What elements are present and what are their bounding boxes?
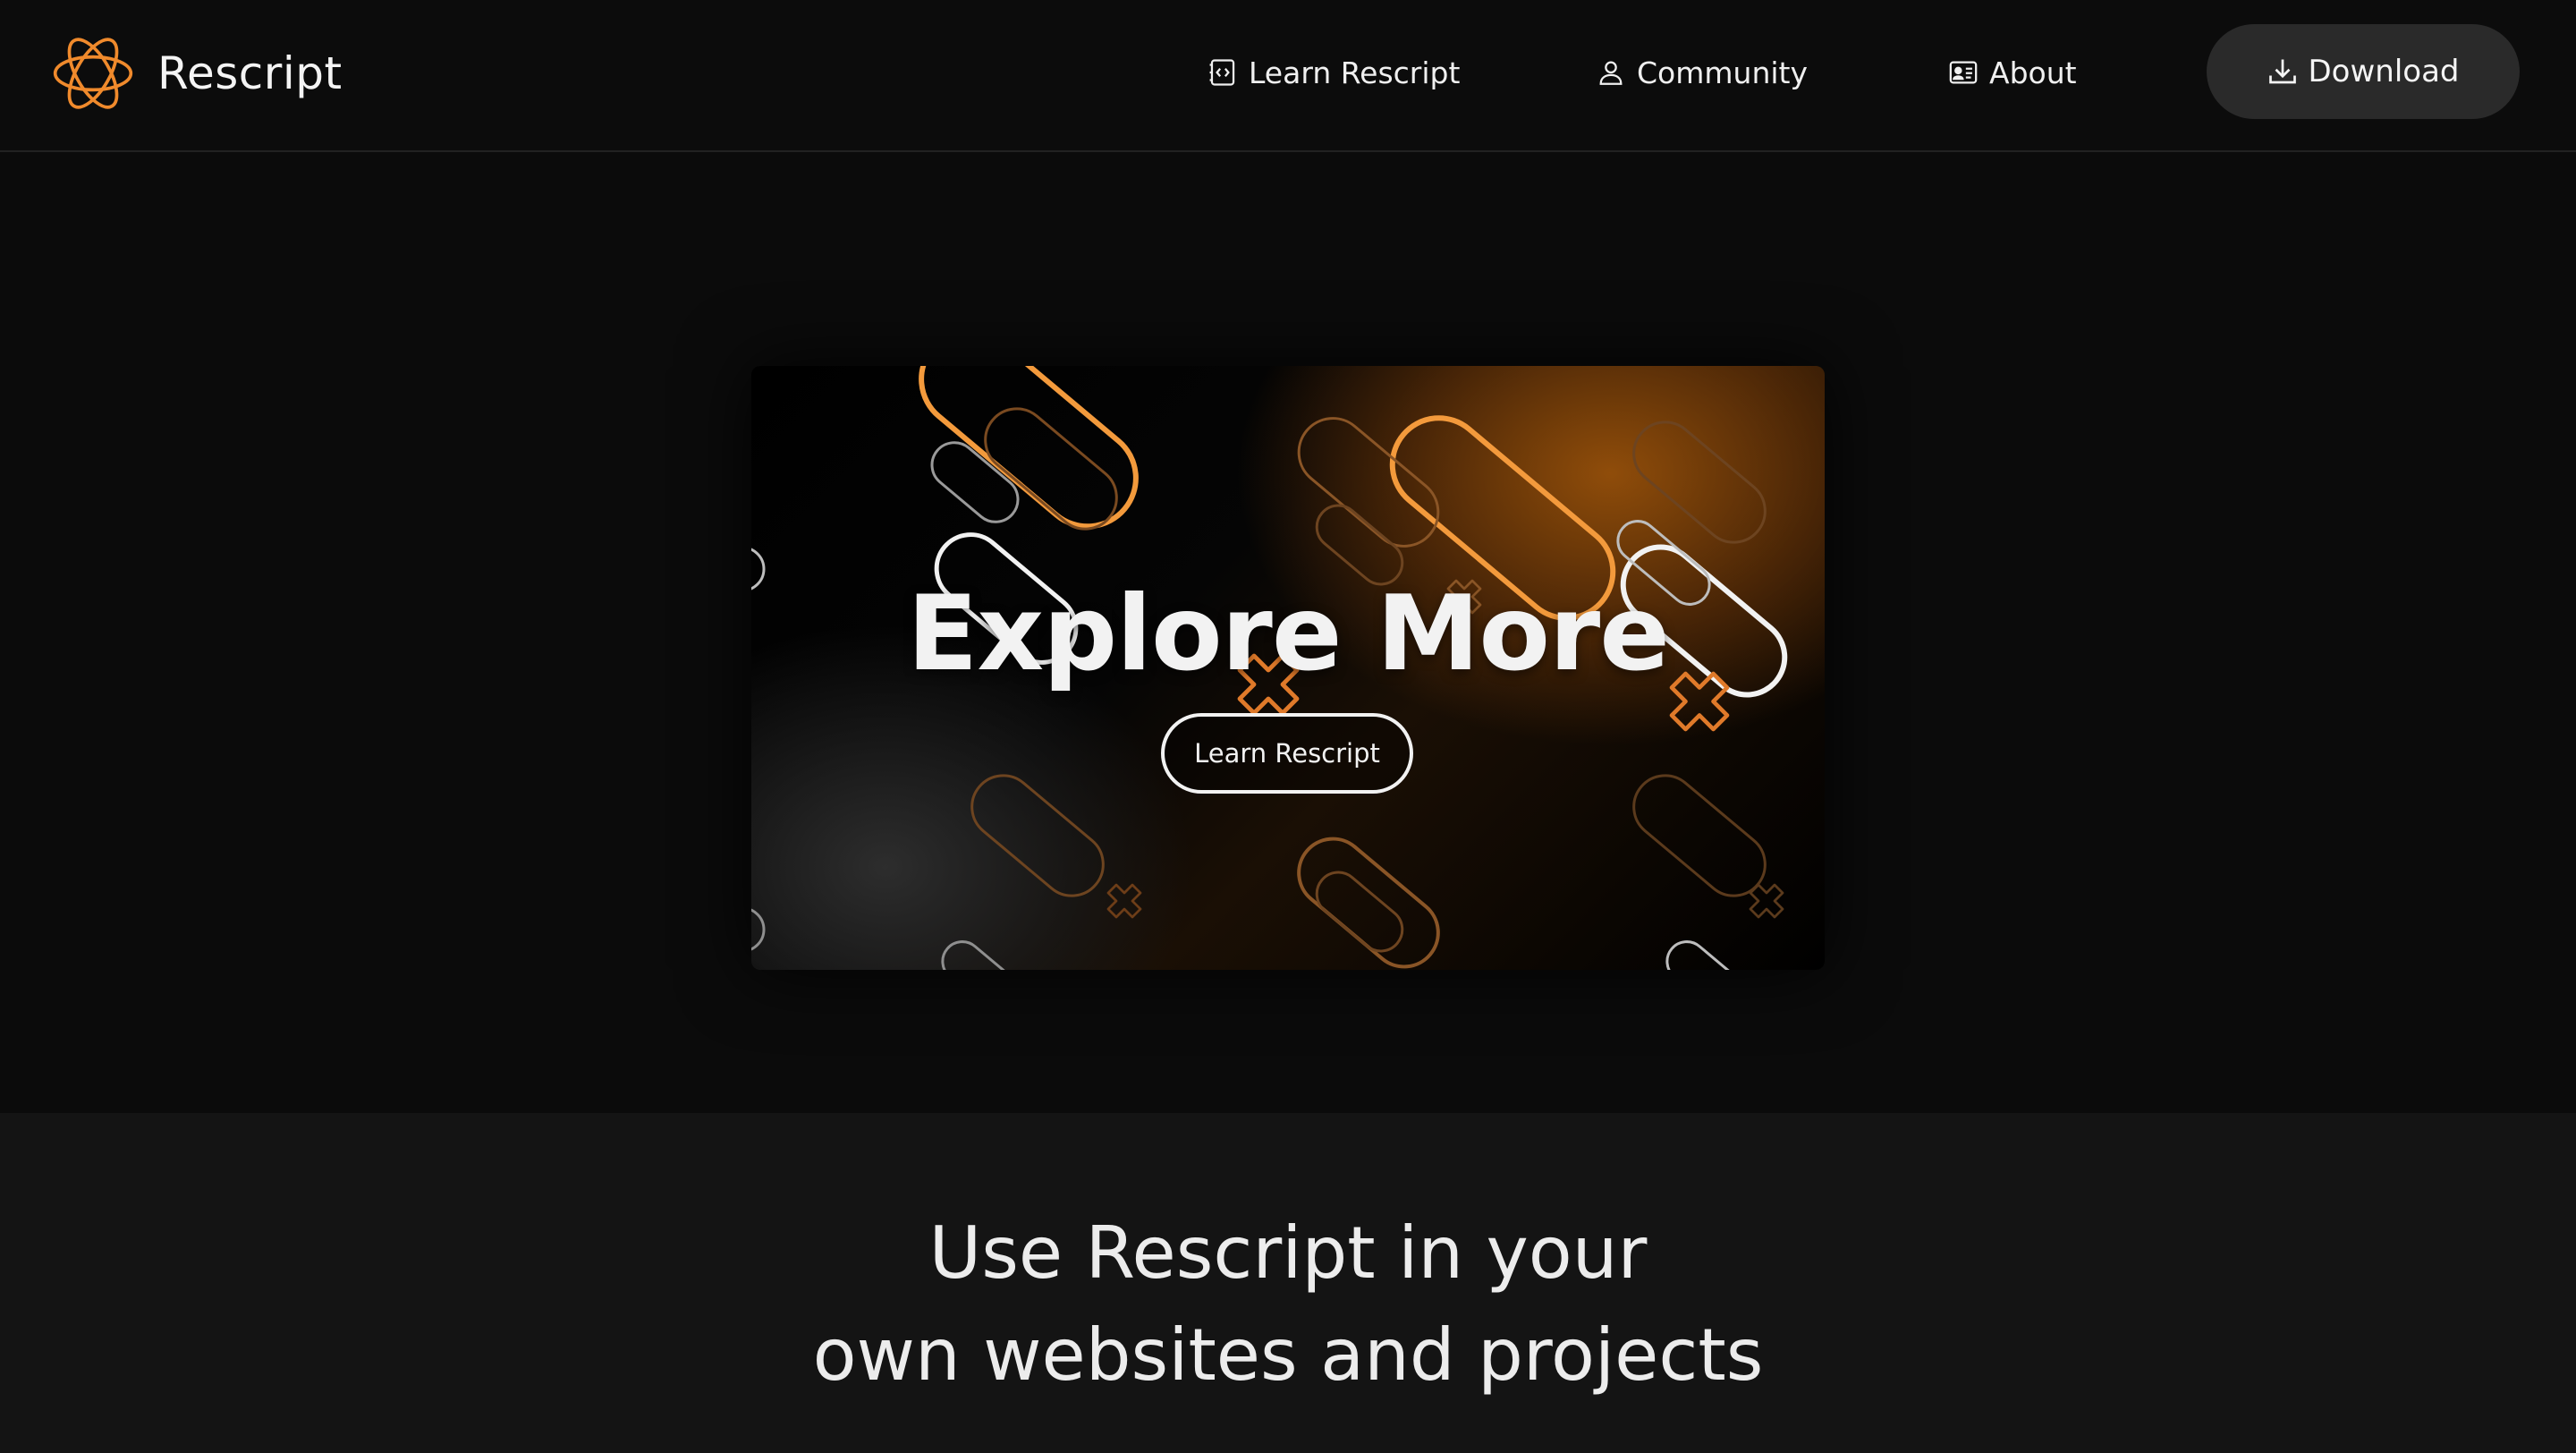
- nav-link-about[interactable]: About: [1948, 45, 2077, 100]
- atom-logo-icon: [53, 38, 133, 109]
- section-heading: Use Rescript in your own websites and pr…: [0, 1202, 2576, 1406]
- user-icon: [1599, 61, 1623, 85]
- hero-banner: Explore More Learn Rescript: [751, 366, 1825, 970]
- nav-link-label: Learn Rescript: [1249, 55, 1461, 90]
- nav-link-label: About: [1989, 55, 2077, 90]
- code-file-icon: [1209, 59, 1235, 86]
- download-icon: [2269, 59, 2297, 84]
- download-label: Download: [2308, 54, 2460, 89]
- hero-section: Explore More Learn Rescript: [0, 154, 2576, 1113]
- use-rescript-section: Use Rescript in your own websites and pr…: [0, 1113, 2576, 1453]
- learn-rescript-button[interactable]: Learn Rescript: [1161, 713, 1413, 794]
- brand-link[interactable]: Rescript: [52, 30, 343, 116]
- section-heading-line-2: own websites and projects: [812, 1313, 1764, 1397]
- top-navbar: Rescript Learn Rescript Community About: [0, 0, 2576, 152]
- download-button[interactable]: Download: [2207, 24, 2520, 119]
- nav-link-community[interactable]: Community: [1596, 45, 1808, 100]
- id-card-icon: [1949, 61, 1978, 84]
- brand-name: Rescript: [157, 47, 343, 99]
- hero-title: Explore More: [907, 574, 1670, 694]
- nav-link-learn-rescript[interactable]: Learn Rescript: [1208, 45, 1460, 100]
- section-heading-line-1: Use Rescript in your: [928, 1211, 1648, 1295]
- nav-link-label: Community: [1637, 55, 1808, 90]
